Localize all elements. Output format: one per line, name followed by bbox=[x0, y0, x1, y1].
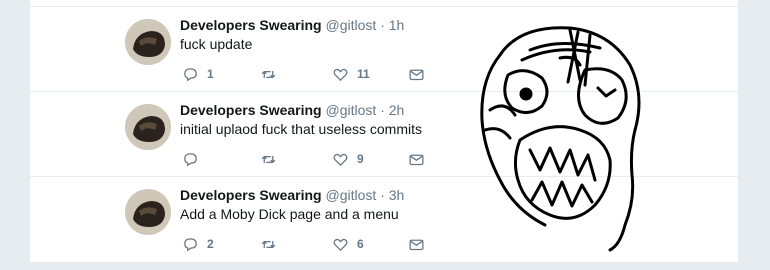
tweet-actions: 2 6 bbox=[180, 234, 440, 254]
envelope-icon bbox=[409, 154, 424, 165]
like-count: 9 bbox=[357, 152, 364, 166]
tweet-actions: 1 11 bbox=[180, 64, 440, 84]
retweet-button[interactable] bbox=[260, 234, 285, 254]
envelope-icon bbox=[409, 69, 424, 80]
tweet-text: fuck update bbox=[180, 36, 253, 52]
retweet-button[interactable] bbox=[260, 64, 285, 84]
direct-message-button[interactable] bbox=[408, 149, 425, 169]
handle-time[interactable]: @gitlost · 1h bbox=[326, 17, 405, 33]
reply-button[interactable]: 1 bbox=[182, 64, 214, 84]
reply-button[interactable]: 2 bbox=[182, 234, 214, 254]
author-name[interactable]: Developers Swearing bbox=[180, 102, 322, 118]
handle-time[interactable]: @gitlost · 2h bbox=[326, 102, 405, 118]
tweet-text: initial uplaod fuck that useless commits bbox=[180, 121, 422, 137]
reply-icon bbox=[184, 67, 197, 81]
tweet-actions: 9 bbox=[180, 149, 440, 169]
retweet-icon bbox=[261, 240, 276, 248]
tweet-header: Developers Swearing @gitlost · 1h bbox=[180, 17, 404, 33]
author-name[interactable]: Developers Swearing bbox=[180, 187, 322, 203]
like-count: 6 bbox=[357, 237, 364, 251]
tweet-text: Add a Moby Dick page and a menu bbox=[180, 206, 399, 222]
handle-time[interactable]: @gitlost · 3h bbox=[326, 187, 405, 203]
heart-icon bbox=[333, 238, 348, 251]
tweet-header: Developers Swearing @gitlost · 3h bbox=[180, 187, 404, 203]
like-button[interactable]: 11 bbox=[332, 64, 370, 84]
rage-face-meme bbox=[480, 26, 641, 252]
like-button[interactable]: 6 bbox=[332, 234, 364, 254]
direct-message-button[interactable] bbox=[408, 234, 425, 254]
reply-icon bbox=[184, 237, 197, 251]
reply-icon bbox=[184, 152, 197, 166]
heart-icon bbox=[333, 153, 348, 166]
author-name[interactable]: Developers Swearing bbox=[180, 17, 322, 33]
like-count: 11 bbox=[357, 67, 370, 81]
reply-count: 1 bbox=[207, 67, 214, 81]
retweet-button[interactable] bbox=[260, 149, 285, 169]
tweet-header: Developers Swearing @gitlost · 2h bbox=[180, 102, 404, 118]
heart-icon bbox=[333, 68, 348, 81]
envelope-icon bbox=[409, 239, 424, 250]
like-button[interactable]: 9 bbox=[332, 149, 364, 169]
avatar[interactable] bbox=[125, 19, 171, 65]
avatar[interactable] bbox=[125, 104, 171, 150]
direct-message-button[interactable] bbox=[408, 64, 425, 84]
avatar[interactable] bbox=[125, 189, 171, 235]
retweet-icon bbox=[261, 155, 276, 163]
reply-count: 2 bbox=[207, 237, 214, 251]
reply-button[interactable] bbox=[182, 149, 207, 169]
retweet-icon bbox=[261, 70, 276, 78]
